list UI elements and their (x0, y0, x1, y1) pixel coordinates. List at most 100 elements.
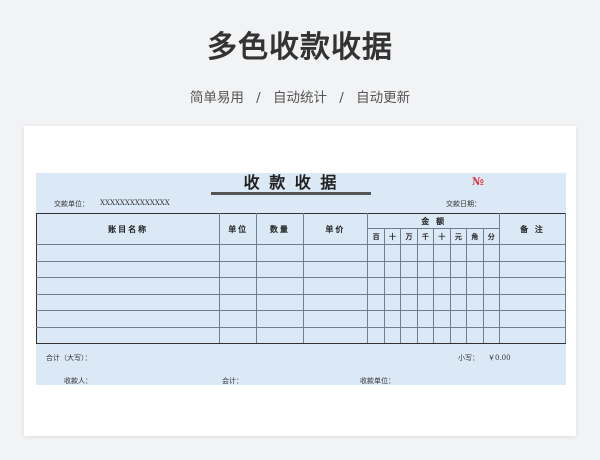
table-cell[interactable] (466, 277, 484, 295)
table-cell[interactable] (302, 326, 369, 344)
digit-label: 分 (482, 228, 501, 245)
accountant-label: 会计： (222, 377, 243, 385)
table-cell[interactable] (433, 277, 451, 295)
table-cell[interactable] (482, 326, 501, 344)
table-cell[interactable] (219, 293, 258, 311)
table-cell[interactable] (416, 260, 435, 278)
table-cell[interactable] (35, 277, 221, 295)
digit-label: 千 (416, 228, 435, 245)
separator: / (256, 90, 261, 106)
table-cell[interactable] (416, 277, 435, 295)
table-cell[interactable] (449, 277, 468, 295)
table-cell[interactable] (219, 277, 258, 295)
table-cell[interactable] (499, 244, 566, 262)
table-cell[interactable] (433, 244, 451, 262)
table-cell[interactable] (302, 293, 369, 311)
table-cell[interactable] (383, 310, 402, 328)
table-cell[interactable] (35, 310, 221, 328)
digit-label: 十 (433, 228, 451, 245)
table-cell[interactable] (400, 310, 418, 328)
table-cell[interactable] (302, 244, 369, 262)
table-cell[interactable] (466, 293, 484, 311)
table-cell[interactable] (482, 293, 501, 311)
title-underline (211, 192, 371, 195)
table-cell[interactable] (383, 260, 402, 278)
table-cell[interactable] (367, 310, 385, 328)
table-cell[interactable] (383, 244, 402, 262)
table-row (35, 244, 566, 262)
table-cell[interactable] (482, 260, 501, 278)
table-cell[interactable] (433, 260, 451, 278)
table-cell[interactable] (256, 244, 304, 262)
table-cell[interactable] (367, 293, 385, 311)
table-cell[interactable] (449, 310, 468, 328)
table-cell[interactable] (400, 326, 418, 344)
table-cell[interactable] (499, 326, 566, 344)
digit-label: 百 (367, 228, 385, 245)
table-cell[interactable] (367, 326, 385, 344)
table-cell[interactable] (482, 277, 501, 295)
table-cell[interactable] (449, 326, 468, 344)
digit-label: 角 (466, 228, 484, 245)
table-cell[interactable] (499, 260, 566, 278)
table-cell[interactable] (416, 326, 435, 344)
table-cell[interactable] (35, 244, 221, 262)
table-row (35, 293, 566, 311)
table-cell[interactable] (367, 260, 385, 278)
receipt-form: 收 款 收 据 № 交款单位： XXXXXXXXXXXXXX 交款日期： 账目名… (35, 173, 566, 385)
table-cell[interactable] (256, 326, 304, 344)
table-cell[interactable] (367, 277, 385, 295)
table-cell[interactable] (302, 277, 369, 295)
table-cell[interactable] (219, 326, 258, 344)
table-cell[interactable] (416, 310, 435, 328)
table-row (35, 310, 566, 328)
table-cell[interactable] (466, 326, 484, 344)
table-cell[interactable] (482, 244, 501, 262)
preview-card: 收 款 收 据 № 交款单位： XXXXXXXXXXXXXX 交款日期： 账目名… (24, 126, 576, 436)
table-cell[interactable] (35, 260, 221, 278)
table-cell[interactable] (482, 310, 501, 328)
table-cell[interactable] (400, 293, 418, 311)
table-cell[interactable] (302, 310, 369, 328)
date-label: 交款日期： (446, 200, 481, 208)
table-cell[interactable] (35, 293, 221, 311)
table-cell[interactable] (466, 260, 484, 278)
table-cell[interactable] (219, 244, 258, 262)
payee-label: 收款人： (64, 377, 92, 385)
small-total-label: 小写： (458, 354, 479, 362)
table-cell[interactable] (499, 310, 566, 328)
table-cell[interactable] (302, 260, 369, 278)
table-cell[interactable] (35, 326, 221, 344)
table-cell[interactable] (499, 293, 566, 311)
table-cell[interactable] (219, 260, 258, 278)
table-cell[interactable] (449, 244, 468, 262)
table-cell[interactable] (383, 326, 402, 344)
table-cell[interactable] (256, 260, 304, 278)
table-cell[interactable] (400, 244, 418, 262)
small-total-value[interactable]: ￥0.00 (488, 353, 511, 363)
table-cell[interactable] (449, 260, 468, 278)
table-cell[interactable] (383, 277, 402, 295)
table-cell[interactable] (433, 293, 451, 311)
table-cell[interactable] (466, 244, 484, 262)
table-cell[interactable] (416, 293, 435, 311)
table-cell[interactable] (433, 310, 451, 328)
table-cell[interactable] (466, 310, 484, 328)
receipt-number-label: № (472, 175, 484, 188)
table-cell[interactable] (256, 277, 304, 295)
feature-auto-update: 自动更新 (356, 90, 411, 106)
table-cell[interactable] (383, 293, 402, 311)
table-cell[interactable] (367, 244, 385, 262)
table-cell[interactable] (400, 277, 418, 295)
table-cell[interactable] (256, 310, 304, 328)
table-cell[interactable] (416, 244, 435, 262)
table-cell[interactable] (449, 293, 468, 311)
table-cell[interactable] (219, 310, 258, 328)
table-cell[interactable] (400, 260, 418, 278)
col-amount-header: 金 额 (367, 213, 501, 229)
table-cell[interactable] (256, 293, 304, 311)
payer-value[interactable]: XXXXXXXXXXXXXX (100, 199, 170, 207)
table-cell[interactable] (433, 326, 451, 344)
table-cell[interactable] (499, 277, 566, 295)
digit-label: 元 (449, 228, 468, 245)
